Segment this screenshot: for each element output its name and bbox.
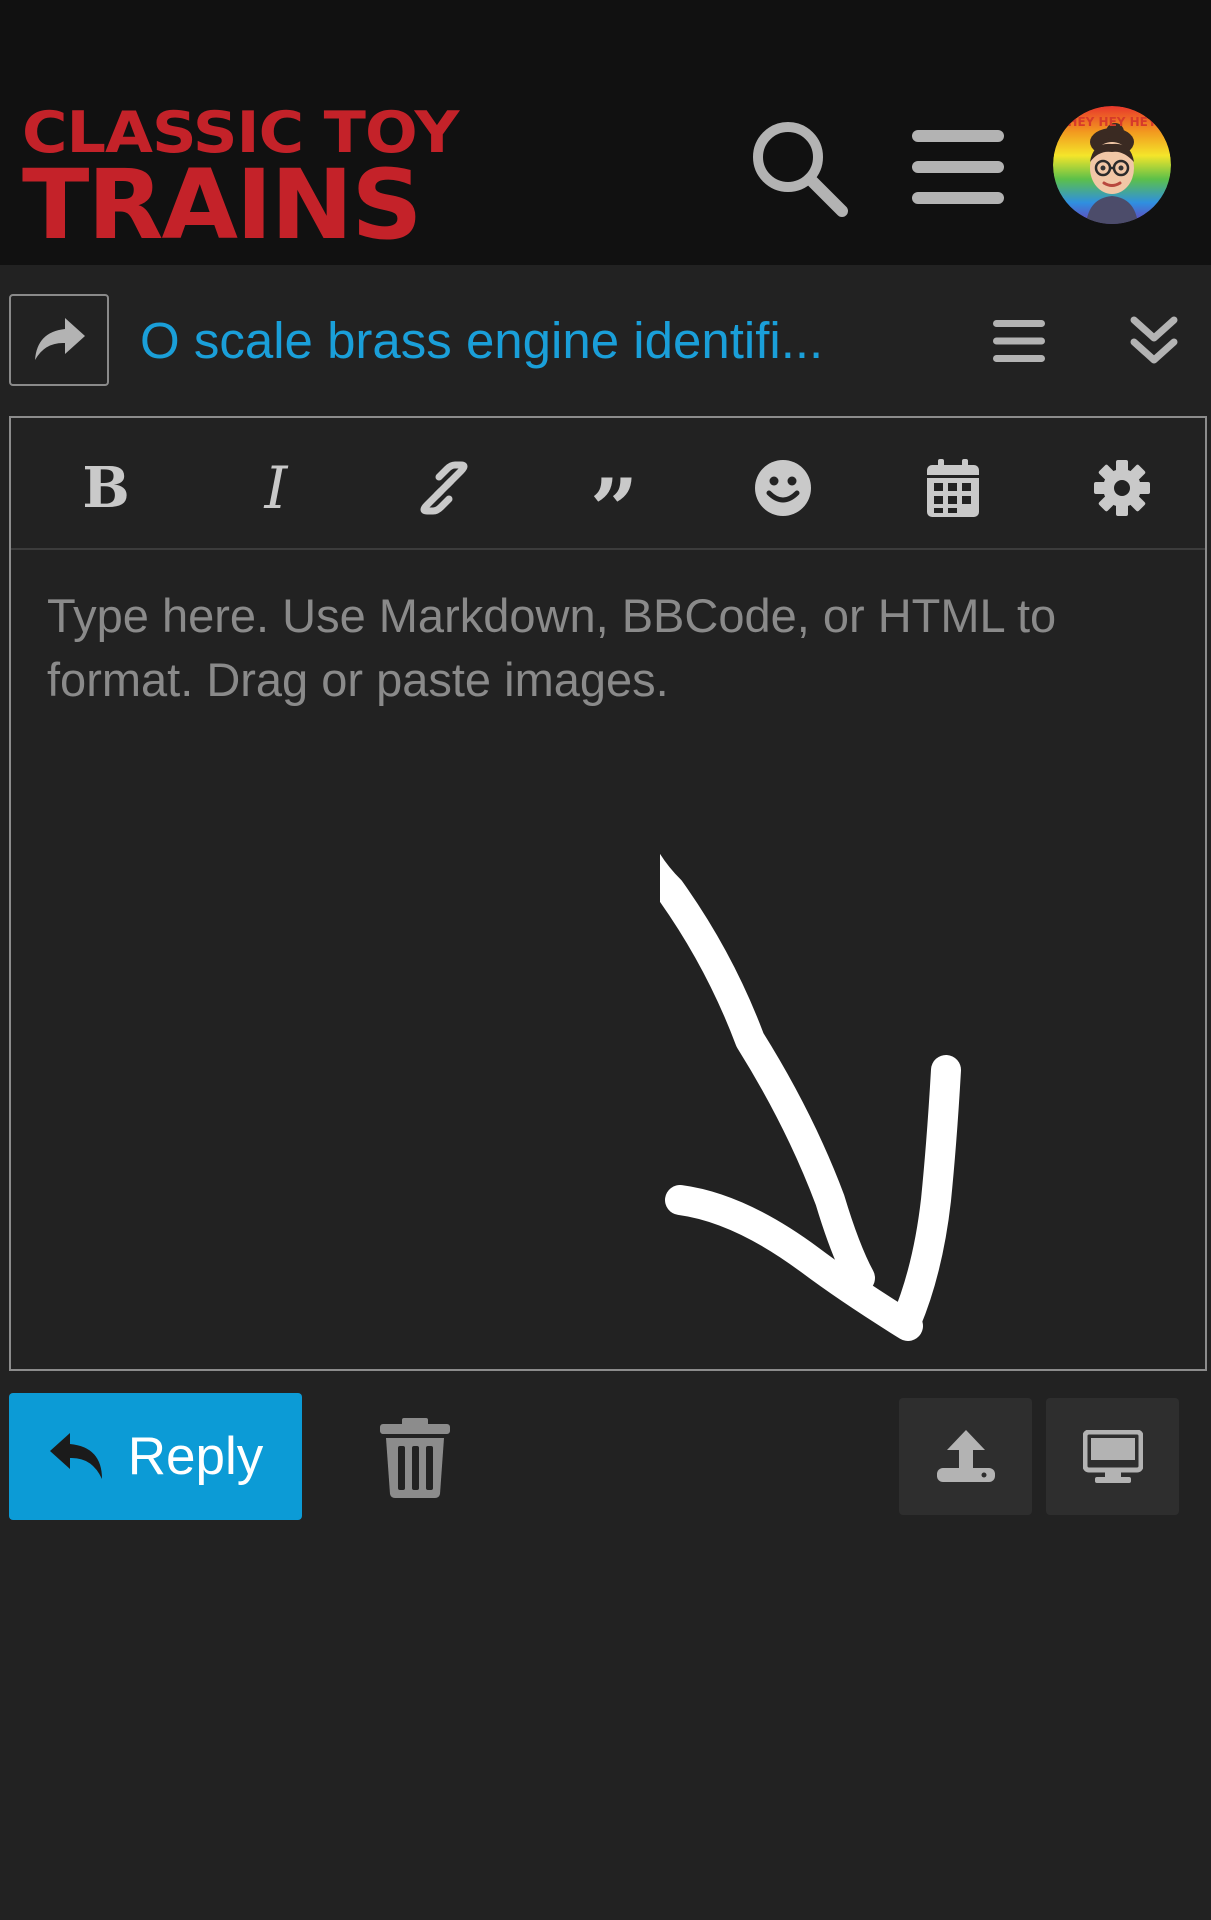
emoji-icon bbox=[755, 460, 811, 516]
search-icon[interactable] bbox=[748, 117, 850, 219]
reply-button[interactable]: Reply bbox=[9, 1393, 302, 1520]
calendar-icon bbox=[927, 459, 979, 517]
site-logo[interactable]: CLASSIC TOY TRAINS bbox=[22, 104, 459, 253]
hand-drawn-arrow-annotation bbox=[660, 853, 961, 1341]
quote-button[interactable]: ” bbox=[584, 458, 644, 552]
topic-menu-icon[interactable] bbox=[993, 318, 1045, 364]
editor-toolbar: B I ” bbox=[11, 418, 1205, 552]
link-icon bbox=[420, 461, 468, 515]
hamburger-menu-icon[interactable] bbox=[912, 128, 1004, 206]
upload-icon bbox=[936, 1429, 995, 1482]
toggle-preview-button[interactable] bbox=[1046, 1398, 1179, 1515]
topic-title-link[interactable]: O scale brass engine identifi... bbox=[140, 306, 870, 376]
reply-to-topic-button[interactable] bbox=[9, 294, 109, 386]
trash-icon[interactable] bbox=[380, 1418, 450, 1498]
options-button[interactable] bbox=[1092, 458, 1152, 518]
upload-button[interactable] bbox=[899, 1398, 1032, 1515]
composer-editor: B I ” Type here. Use Markdown, BBCode, o… bbox=[9, 416, 1207, 1371]
link-button[interactable] bbox=[414, 458, 474, 518]
emoji-button[interactable] bbox=[753, 458, 813, 518]
avatar-text: HEY HEY HEY bbox=[1067, 115, 1156, 129]
italic-button[interactable]: I bbox=[246, 454, 306, 522]
reply-icon bbox=[49, 1432, 102, 1479]
reply-arrow-icon bbox=[35, 318, 85, 360]
reply-button-label: Reply bbox=[127, 1427, 264, 1486]
bold-button[interactable]: B bbox=[76, 455, 136, 521]
user-avatar[interactable]: HEY HEY HEY bbox=[1053, 106, 1171, 224]
logo-line-2: TRAINS bbox=[22, 149, 423, 261]
collapse-chevrons-icon[interactable] bbox=[1130, 314, 1178, 366]
editor-textarea[interactable]: Type here. Use Markdown, BBCode, or HTML… bbox=[47, 584, 1167, 712]
desktop-preview-icon bbox=[1082, 1429, 1143, 1483]
gear-icon bbox=[1094, 460, 1150, 516]
calendar-button[interactable] bbox=[923, 458, 983, 518]
site-header: CLASSIC TOY TRAINS HEY HEY HEY bbox=[0, 0, 1211, 265]
